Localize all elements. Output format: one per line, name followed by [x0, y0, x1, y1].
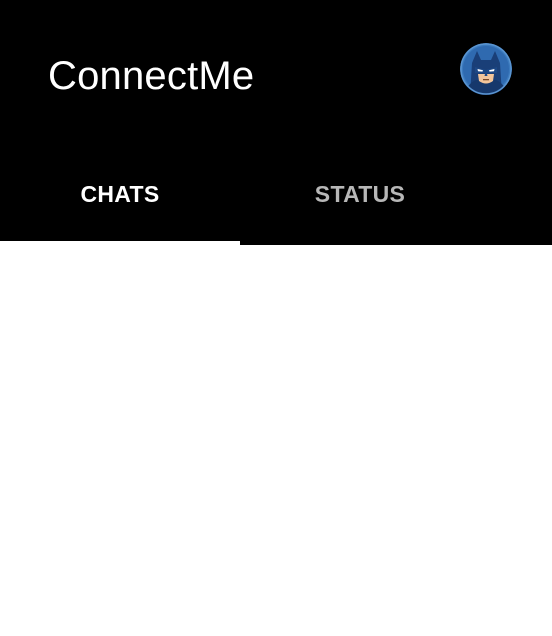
- app-bar: ConnectMe CHATS STATUS: [0, 0, 552, 245]
- app-screen: ConnectMe CHATS STATUS: [0, 0, 552, 636]
- profile-avatar-button[interactable]: [460, 43, 512, 95]
- app-title: ConnectMe: [48, 54, 255, 98]
- tab-status-label: STATUS: [314, 181, 406, 207]
- batman-avatar-icon: [460, 43, 512, 95]
- chats-content-area: [0, 245, 552, 636]
- tab-chats-label: CHATS: [80, 181, 160, 207]
- tab-chats[interactable]: CHATS: [0, 146, 240, 245]
- tab-status[interactable]: STATUS: [240, 146, 480, 245]
- tab-bar: CHATS STATUS: [0, 146, 552, 245]
